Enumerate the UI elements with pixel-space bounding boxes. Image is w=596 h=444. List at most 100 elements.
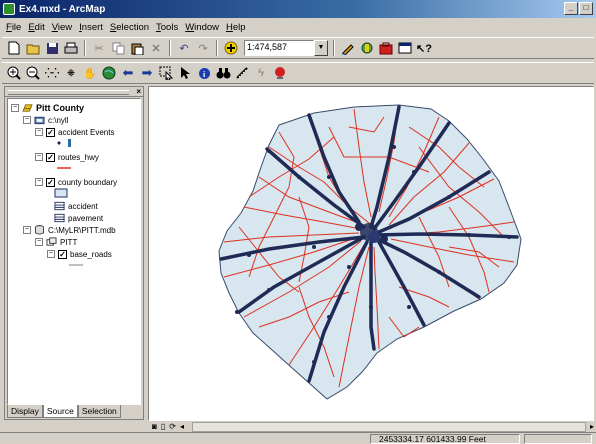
redo-icon[interactable]: ↷ — [195, 40, 211, 56]
new-document-icon[interactable] — [6, 40, 22, 56]
collapse-icon[interactable]: − — [35, 153, 43, 161]
map-display[interactable] — [148, 86, 594, 421]
tree-label: routes_hwy — [58, 152, 99, 162]
pan-hand-icon[interactable]: ✋ — [82, 65, 98, 81]
minimize-button[interactable]: _ — [564, 2, 578, 15]
menu-window[interactable]: Window — [185, 22, 219, 33]
legend-symbol — [54, 187, 68, 199]
menu-bar: File Edit View Insert Selection Tools Wi… — [0, 19, 596, 36]
open-folder-icon[interactable] — [25, 40, 41, 56]
tree-node-folder[interactable]: − c:\nyll — [23, 114, 68, 126]
maximize-button[interactable]: □ — [579, 2, 593, 15]
arctoolbox-icon[interactable] — [378, 40, 394, 56]
collapse-icon[interactable]: − — [47, 250, 55, 258]
tree-label: c:\nyll — [48, 115, 69, 125]
save-icon[interactable] — [44, 40, 60, 56]
menu-edit[interactable]: Edit — [28, 22, 44, 33]
cut-icon[interactable]: ✂ — [91, 40, 107, 56]
cursor-coordinates: 2453334.17 601433.99 Feet — [370, 434, 520, 444]
tab-selection[interactable]: Selection — [77, 405, 121, 418]
menu-view[interactable]: View — [52, 22, 72, 33]
collapse-icon[interactable]: − — [11, 104, 19, 112]
copy-icon[interactable] — [110, 40, 126, 56]
hyperlink-lightning-icon[interactable]: ϟ — [253, 65, 269, 81]
menu-help[interactable]: Help — [226, 22, 246, 33]
menu-file[interactable]: File — [6, 22, 21, 33]
tree-node-table[interactable]: pavement — [54, 212, 103, 224]
undo-icon[interactable]: ↶ — [176, 40, 192, 56]
collapse-icon[interactable]: − — [35, 178, 43, 186]
tree-node-geodatabase[interactable]: − C:\MyLR\PITT.mdb — [23, 224, 116, 236]
folder-source-icon — [34, 116, 45, 125]
full-extent-icon[interactable] — [101, 65, 117, 81]
zoom-out-icon[interactable] — [25, 65, 41, 81]
legend-symbol — [68, 259, 84, 271]
forward-extent-icon[interactable]: ➡ — [139, 65, 155, 81]
line-symbol-icon — [69, 264, 83, 266]
point-symbol-icon — [57, 139, 71, 147]
collapse-icon[interactable]: − — [35, 128, 43, 136]
toc-grip[interactable]: × — [5, 87, 143, 97]
tree-label: PITT — [60, 237, 78, 247]
refresh-icon[interactable]: ⟳ — [169, 422, 176, 431]
paste-icon[interactable] — [129, 40, 145, 56]
tab-source[interactable]: Source — [42, 405, 78, 418]
menu-tools[interactable]: Tools — [156, 22, 178, 33]
menu-insert[interactable]: Insert — [79, 22, 103, 33]
editor-toolbar-icon[interactable] — [340, 40, 356, 56]
scroll-left-icon[interactable]: ◂ — [180, 422, 184, 431]
select-features-icon[interactable] — [158, 65, 174, 81]
fixed-zoom-out-icon[interactable]: ⁜ — [63, 65, 79, 81]
horizontal-scrollbar[interactable] — [191, 421, 586, 432]
tree-label: pavement — [68, 213, 104, 223]
feature-dataset-icon — [46, 237, 57, 246]
command-line-icon[interactable] — [397, 40, 413, 56]
window-title: Ex4.mxd - ArcMap — [19, 3, 106, 15]
whats-this-help-icon[interactable]: ↖? — [416, 40, 432, 56]
data-view-icon[interactable]: ◙ — [152, 422, 157, 431]
layer-visibility-checkbox[interactable]: ✓ — [58, 249, 67, 259]
fixed-zoom-in-icon[interactable]: ⁛⁛ — [44, 65, 60, 81]
zoom-in-icon[interactable] — [6, 65, 22, 81]
close-icon[interactable]: × — [136, 87, 141, 96]
print-icon[interactable] — [63, 40, 79, 56]
tree-node-layer[interactable]: − ✓ county boundary — [35, 176, 117, 188]
tree-label: Pitt County — [36, 103, 84, 113]
measure-icon[interactable] — [234, 65, 250, 81]
layer-visibility-checkbox[interactable]: ✓ — [46, 127, 55, 137]
add-data-icon[interactable] — [223, 40, 239, 56]
collapse-icon[interactable]: − — [23, 116, 31, 124]
tree-node-dataset[interactable]: − PITT — [35, 236, 77, 248]
layout-view-icon[interactable]: ▯ — [161, 422, 165, 431]
layer-visibility-checkbox[interactable]: ✓ — [46, 177, 55, 187]
line-symbol-icon — [57, 167, 71, 169]
arccatalog-icon[interactable] — [359, 40, 375, 56]
tree-label: accident Events — [58, 127, 115, 137]
toolbar-separator — [84, 40, 86, 56]
chevron-down-icon[interactable]: ▼ — [314, 40, 328, 56]
table-icon — [54, 201, 65, 211]
back-extent-icon[interactable]: ⬅ — [120, 65, 136, 81]
identify-icon[interactable]: i — [196, 65, 212, 81]
map-scale-combo[interactable]: 1:474,587 ▼ — [244, 40, 328, 57]
map-scale-input[interactable]: 1:474,587 — [244, 40, 314, 56]
tab-display[interactable]: Display — [7, 405, 43, 418]
select-elements-arrow-icon[interactable] — [177, 65, 193, 81]
find-binoculars-icon[interactable] — [215, 65, 231, 81]
toolbar-separator — [333, 40, 335, 56]
layer-visibility-checkbox[interactable]: ✓ — [46, 152, 55, 162]
tree-node-table[interactable]: accident — [54, 200, 98, 212]
collapse-icon[interactable]: − — [23, 226, 31, 234]
window-controls: _ □ — [564, 2, 593, 15]
scroll-right-icon[interactable]: ▸ — [590, 422, 594, 431]
toc-tab-strip: Display Source Selection — [7, 405, 121, 418]
delete-icon[interactable]: ✕ — [148, 40, 164, 56]
menu-selection[interactable]: Selection — [110, 22, 149, 33]
polygon-symbol-icon — [54, 188, 68, 198]
table-icon — [54, 213, 65, 223]
collapse-icon[interactable]: − — [35, 238, 43, 246]
map-tips-icon[interactable] — [272, 65, 288, 81]
county-map-graphic — [218, 104, 522, 400]
tree-node-data-frame[interactable]: − Pitt County — [11, 102, 84, 114]
data-frame-icon — [22, 104, 33, 112]
